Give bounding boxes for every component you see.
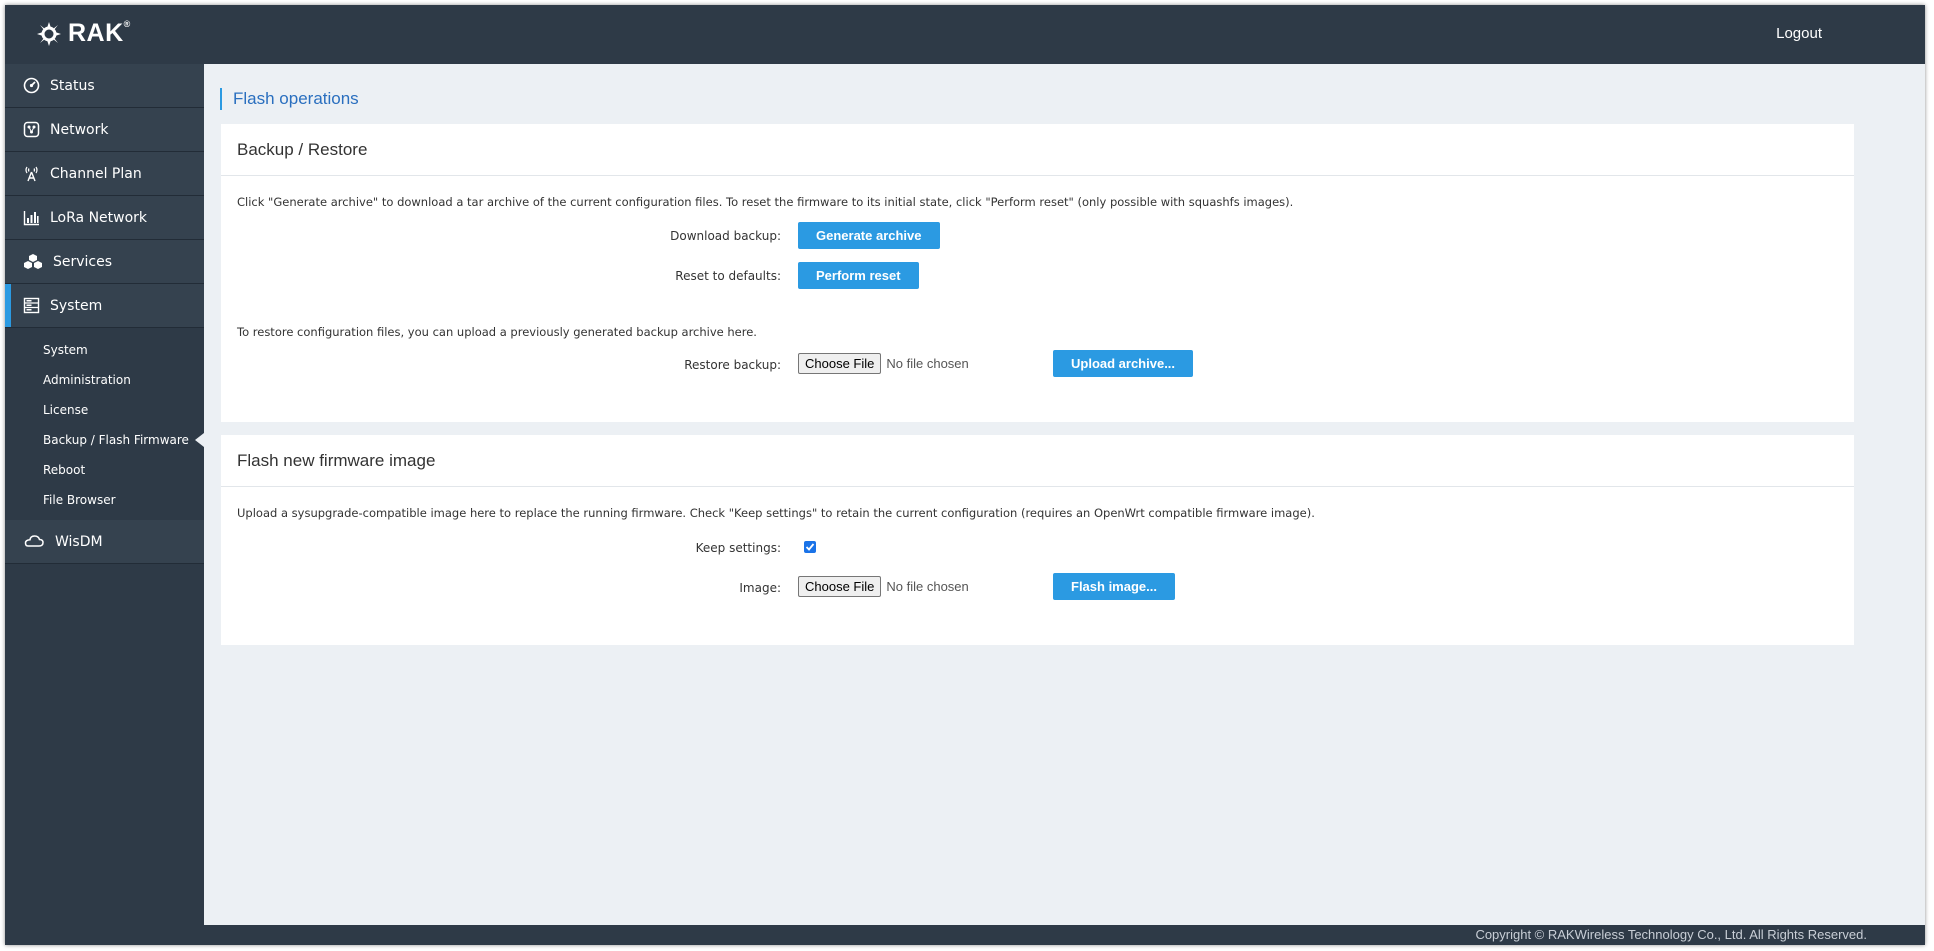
rak-logo-icon	[37, 21, 61, 46]
system-submenu: System Administration License Backup / F…	[5, 328, 204, 520]
sidebar-item-label: WisDM	[55, 533, 103, 550]
sidebar-item-label: Channel Plan	[50, 165, 142, 182]
network-icon	[23, 121, 40, 138]
restore-file-input[interactable]: Choose File No file chosen	[798, 353, 969, 374]
panel-title: Flash new firmware image	[221, 435, 1854, 487]
sidebar-item-system[interactable]: System	[5, 284, 204, 328]
copyright-text: Copyright © RAKWireless Technology Co., …	[1475, 927, 1867, 942]
sidebar-item-network[interactable]: Network	[5, 108, 204, 152]
sidebar-item-wisdm[interactable]: WisDM	[5, 520, 204, 564]
submenu-item-backup-flash-firmware[interactable]: Backup / Flash Firmware	[5, 425, 204, 455]
choose-file-button[interactable]: Choose File	[798, 576, 882, 597]
panel-title: Backup / Restore	[221, 124, 1854, 176]
server-icon	[23, 297, 40, 314]
top-bar: RAK® Logout	[5, 5, 1925, 64]
restore-backup-label: Restore backup:	[684, 358, 781, 372]
image-label: Image:	[739, 581, 781, 595]
sidebar-item-label: Network	[50, 121, 109, 138]
perform-reset-button[interactable]: Perform reset	[798, 262, 919, 289]
sidebar-item-services[interactable]: Services	[5, 240, 204, 284]
cubes-icon	[23, 253, 43, 270]
backup-description: Click "Generate archive" to download a t…	[237, 195, 1294, 209]
flash-description: Upload a sysupgrade-compatible image her…	[237, 506, 1315, 520]
submenu-item-administration[interactable]: Administration	[5, 365, 204, 395]
submenu-item-license[interactable]: License	[5, 395, 204, 425]
submenu-item-system[interactable]: System	[5, 335, 204, 365]
flash-firmware-panel: Flash new firmware image Upload a sysupg…	[221, 435, 1854, 645]
checkmark-icon	[805, 543, 815, 551]
backup-restore-panel: Backup / Restore Click "Generate archive…	[221, 124, 1854, 422]
browser-frame: RAK® Logout Status Network Channel Plan	[5, 5, 1925, 945]
sidebar-item-label: System	[50, 297, 103, 314]
sidebar-item-channel-plan[interactable]: Channel Plan	[5, 152, 204, 196]
flash-image-button[interactable]: Flash image...	[1053, 573, 1175, 600]
main-content: Flash operations Backup / Restore Click …	[204, 64, 1925, 925]
choose-file-button[interactable]: Choose File	[798, 353, 882, 374]
submenu-item-file-browser[interactable]: File Browser	[5, 485, 204, 515]
restore-description: To restore configuration files, you can …	[237, 325, 757, 339]
keep-settings-checkbox[interactable]	[804, 541, 816, 553]
sidebar-item-label: Status	[50, 77, 95, 94]
dashboard-icon	[23, 77, 40, 94]
antenna-icon	[23, 165, 40, 182]
download-backup-label: Download backup:	[670, 229, 781, 243]
rak-logo[interactable]: RAK®	[35, 19, 131, 48]
keep-settings-label: Keep settings:	[695, 541, 781, 555]
signal-bars-icon	[23, 209, 40, 226]
generate-archive-button[interactable]: Generate archive	[798, 222, 940, 249]
reset-defaults-label: Reset to defaults:	[675, 269, 781, 283]
brand-name: RAK®	[68, 19, 131, 47]
image-file-input[interactable]: Choose File No file chosen	[798, 576, 969, 597]
footer: Copyright © RAKWireless Technology Co., …	[5, 925, 1925, 945]
sidebar-item-status[interactable]: Status	[5, 64, 204, 108]
no-file-chosen-text: No file chosen	[886, 356, 969, 371]
no-file-chosen-text: No file chosen	[886, 579, 969, 594]
page-title: Flash operations	[220, 88, 359, 110]
submenu-item-reboot[interactable]: Reboot	[5, 455, 204, 485]
logout-link[interactable]: Logout	[1776, 25, 1822, 42]
cloud-icon	[23, 533, 45, 550]
sidebar-item-label: Services	[53, 253, 113, 270]
sidebar-item-lora-network[interactable]: LoRa Network	[5, 196, 204, 240]
upload-archive-button[interactable]: Upload archive...	[1053, 350, 1194, 377]
sidebar: Status Network Channel Plan LoRa Network…	[5, 64, 204, 925]
sidebar-item-label: LoRa Network	[50, 209, 148, 226]
